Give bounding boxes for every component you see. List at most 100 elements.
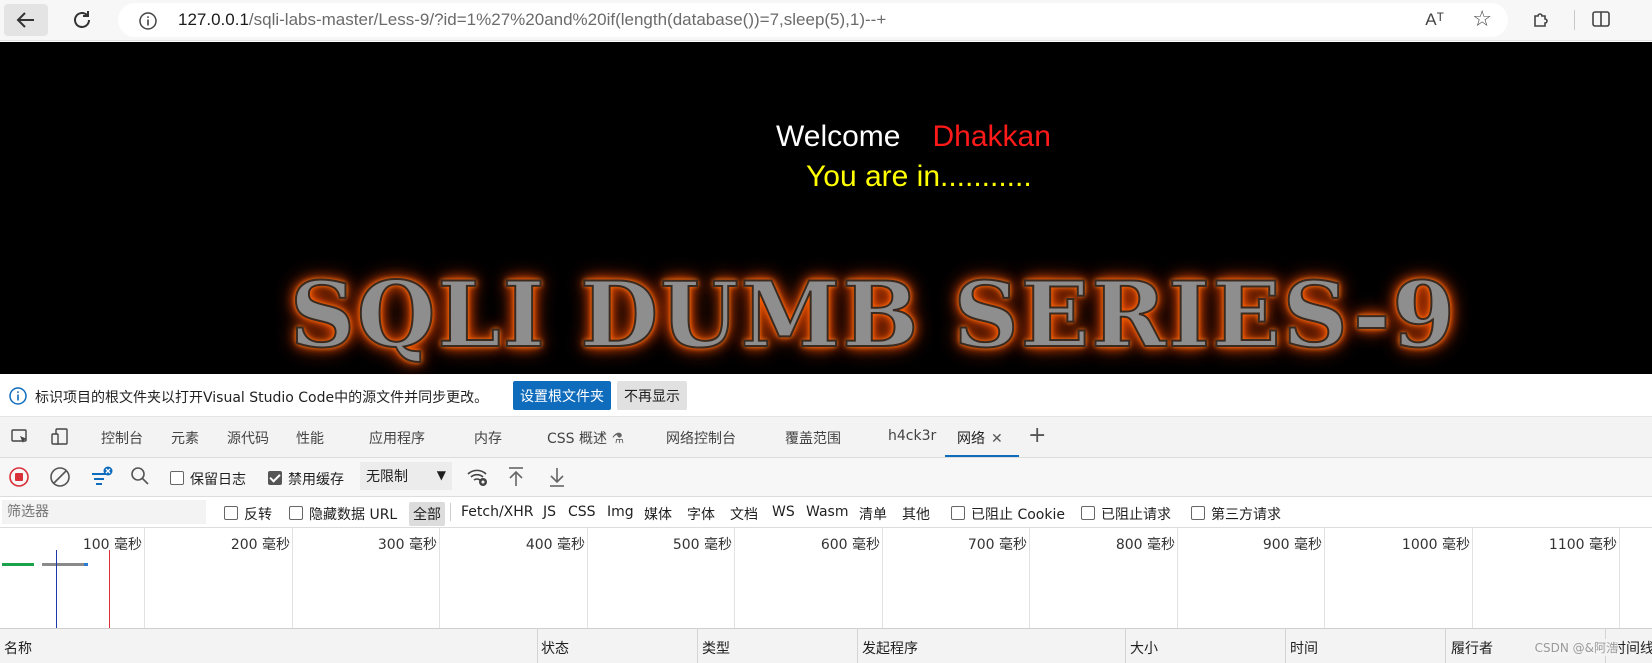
timeline-tick-label: 800 毫秒 xyxy=(1115,537,1175,553)
network-toolbar: 保留日志 禁用缓存 无限制 ▼ xyxy=(0,458,1652,497)
add-tab-icon[interactable]: + xyxy=(1028,423,1046,448)
filter-type-fetch-xhr[interactable]: Fetch/XHR xyxy=(461,504,534,520)
welcome-text: Welcome xyxy=(776,120,901,153)
arrow-left-icon xyxy=(16,12,34,28)
column-size[interactable]: 大小 xyxy=(1130,638,1158,658)
read-aloud-icon[interactable]: Aᵀ xyxy=(1425,10,1444,30)
tab-application[interactable]: 应用程序 xyxy=(369,428,425,448)
timeline-gridline xyxy=(587,528,588,628)
column-divider[interactable] xyxy=(857,629,858,663)
preserve-log-label: 保留日志 xyxy=(190,472,246,488)
filter-type-img[interactable]: Img xyxy=(607,504,634,520)
favorite-star-icon[interactable]: ☆ xyxy=(1472,7,1492,32)
filter-type-other[interactable]: 其他 xyxy=(902,504,930,524)
column-divider[interactable] xyxy=(697,629,698,663)
checkbox-box xyxy=(289,506,303,520)
checkbox-box xyxy=(170,471,184,485)
split-screen-icon[interactable] xyxy=(1590,8,1612,35)
tab-h4ck3r[interactable]: h4ck3r xyxy=(888,428,936,444)
disable-cache-label: 禁用缓存 xyxy=(288,472,344,488)
column-name[interactable]: 名称 xyxy=(4,638,32,658)
tab-memory[interactable]: 内存 xyxy=(474,428,502,448)
request-bar-waiting xyxy=(2,563,34,566)
login-status-text: You are in........... xyxy=(806,160,1032,193)
requests-table-header: 名称 状态 类型 发起程序 大小 时间 履行者 时间线 CSDN @&阿浩 xyxy=(0,629,1652,663)
set-root-folder-button[interactable]: 设置根文件夹 xyxy=(513,381,611,410)
timeline-tick-label: 500 毫秒 xyxy=(672,537,732,553)
browser-toolbar: 127.0.0.1/sqli-labs-master/Less-9/?id=1%… xyxy=(0,0,1652,41)
filter-type-wasm[interactable]: Wasm xyxy=(806,504,848,520)
preserve-log-checkbox[interactable]: 保留日志 xyxy=(170,469,246,489)
close-tab-icon[interactable]: ✕ xyxy=(991,431,1003,447)
column-divider[interactable] xyxy=(537,629,538,663)
active-tab-indicator xyxy=(945,455,1019,457)
disable-cache-checkbox[interactable]: 禁用缓存 xyxy=(268,469,344,489)
checkbox-box xyxy=(1191,506,1205,520)
device-emulation-icon[interactable] xyxy=(50,427,70,451)
column-fulfilled-by[interactable]: 履行者 xyxy=(1451,638,1493,658)
column-waterfall[interactable]: 时间线 xyxy=(1612,638,1652,658)
record-icon[interactable] xyxy=(8,466,30,492)
invert-checkbox[interactable]: 反转 xyxy=(224,504,272,524)
blocked-requests-checkbox[interactable]: 已阻止请求 xyxy=(1081,504,1171,524)
refresh-button[interactable] xyxy=(60,4,104,36)
tab-elements[interactable]: 元素 xyxy=(171,428,199,448)
webpage-content: Welcome Dhakkan You are in........... SQL… xyxy=(0,42,1652,374)
request-bar-download xyxy=(84,563,88,566)
column-status[interactable]: 状态 xyxy=(541,638,569,658)
clear-icon[interactable] xyxy=(49,466,71,492)
extensions-icon[interactable] xyxy=(1530,8,1552,35)
tab-network-label: 网络 xyxy=(957,431,985,447)
tab-console[interactable]: 控制台 xyxy=(101,428,143,448)
import-har-icon[interactable] xyxy=(506,466,526,492)
timeline-gridline xyxy=(1472,528,1473,628)
column-time[interactable]: 时间 xyxy=(1290,638,1318,658)
network-conditions-icon[interactable] xyxy=(466,466,490,492)
filter-type-css[interactable]: CSS xyxy=(568,504,596,520)
filter-type-ws[interactable]: WS xyxy=(772,504,795,520)
timeline-tick-label: 200 毫秒 xyxy=(230,537,290,553)
search-icon[interactable] xyxy=(130,466,150,490)
column-divider[interactable] xyxy=(1445,629,1446,663)
filter-type-font[interactable]: 字体 xyxy=(687,504,715,524)
tab-network[interactable]: 网络 ✕ xyxy=(957,428,1003,448)
hide-data-urls-checkbox[interactable]: 隐藏数据 URL xyxy=(289,504,397,524)
filter-type-manifest[interactable]: 清单 xyxy=(859,504,887,524)
filter-type-media[interactable]: 媒体 xyxy=(644,504,672,524)
filter-type-all[interactable]: 全部 xyxy=(409,502,445,526)
back-button[interactable] xyxy=(4,4,48,36)
filter-icon[interactable] xyxy=(90,466,114,492)
throttling-select[interactable]: 无限制 ▼ xyxy=(360,462,452,490)
inspect-element-icon[interactable] xyxy=(10,427,30,451)
filter-type-doc[interactable]: 文档 xyxy=(730,504,758,524)
address-bar[interactable]: 127.0.0.1/sqli-labs-master/Less-9/?id=1%… xyxy=(118,3,1508,37)
tab-css-overview-label: CSS 概述 xyxy=(547,431,607,447)
column-initiator[interactable]: 发起程序 xyxy=(862,638,918,658)
tab-css-overview[interactable]: CSS 概述 ⚗ xyxy=(547,428,624,448)
dropdown-caret-icon: ▼ xyxy=(436,468,446,482)
tab-network-console[interactable]: 网络控制台 xyxy=(666,428,736,448)
blocked-cookies-checkbox[interactable]: 已阻止 Cookie xyxy=(951,504,1065,524)
column-divider[interactable] xyxy=(1125,629,1126,663)
filter-input[interactable] xyxy=(2,500,206,524)
url-text[interactable]: 127.0.0.1/sqli-labs-master/Less-9/?id=1%… xyxy=(178,10,886,30)
export-har-icon[interactable] xyxy=(547,466,567,492)
column-type[interactable]: 类型 xyxy=(702,638,730,658)
timeline-tick-label: 400 毫秒 xyxy=(525,537,585,553)
timeline-gridline xyxy=(1619,528,1620,628)
timeline-gridline xyxy=(1324,528,1325,628)
tab-coverage[interactable]: 覆盖范围 xyxy=(785,428,841,448)
filter-type-js[interactable]: JS xyxy=(543,504,556,520)
info-icon[interactable] xyxy=(138,11,158,35)
refresh-icon xyxy=(74,11,90,28)
load-event-marker xyxy=(109,550,110,628)
tab-performance[interactable]: 性能 xyxy=(296,428,324,448)
third-party-checkbox[interactable]: 第三方请求 xyxy=(1191,504,1281,524)
user-name: Dhakkan xyxy=(932,120,1051,153)
timeline-gridline xyxy=(882,528,883,628)
domcontentloaded-marker xyxy=(56,550,57,628)
dont-show-again-button[interactable]: 不再显示 xyxy=(617,381,687,410)
tab-sources[interactable]: 源代码 xyxy=(227,428,269,448)
column-divider[interactable] xyxy=(1285,629,1286,663)
network-timeline-overview[interactable]: 100 毫秒 200 毫秒 300 毫秒 400 毫秒 500 毫秒 600 毫… xyxy=(0,528,1652,629)
